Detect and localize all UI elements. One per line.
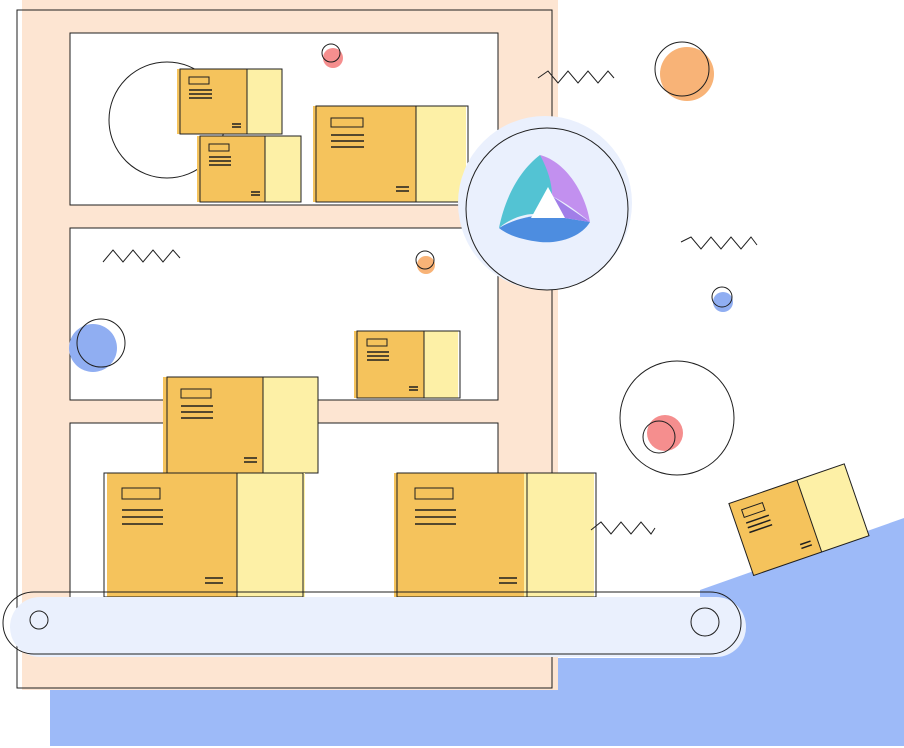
illustration-stage (0, 0, 904, 748)
box-shelf-middle (354, 330, 461, 399)
box-conveyor-left (103, 472, 305, 598)
logo-badge (458, 116, 632, 291)
box-shelf-top-2 (197, 135, 302, 203)
zigzag-decoration (680, 236, 758, 250)
box-stacked-upper (163, 376, 319, 474)
zigzag-decoration (590, 521, 656, 535)
ring-with-red-dot-decoration (619, 360, 735, 476)
warehouse-illustration (2, 0, 904, 746)
box-shelf-top-1 (177, 68, 283, 135)
dot-decoration-orange-large (654, 41, 714, 101)
dot-decoration-blue-small (711, 286, 733, 312)
box-conveyor-right (394, 472, 597, 598)
box-shelf-top-3 (313, 105, 469, 203)
conveyor-belt (2, 591, 746, 657)
